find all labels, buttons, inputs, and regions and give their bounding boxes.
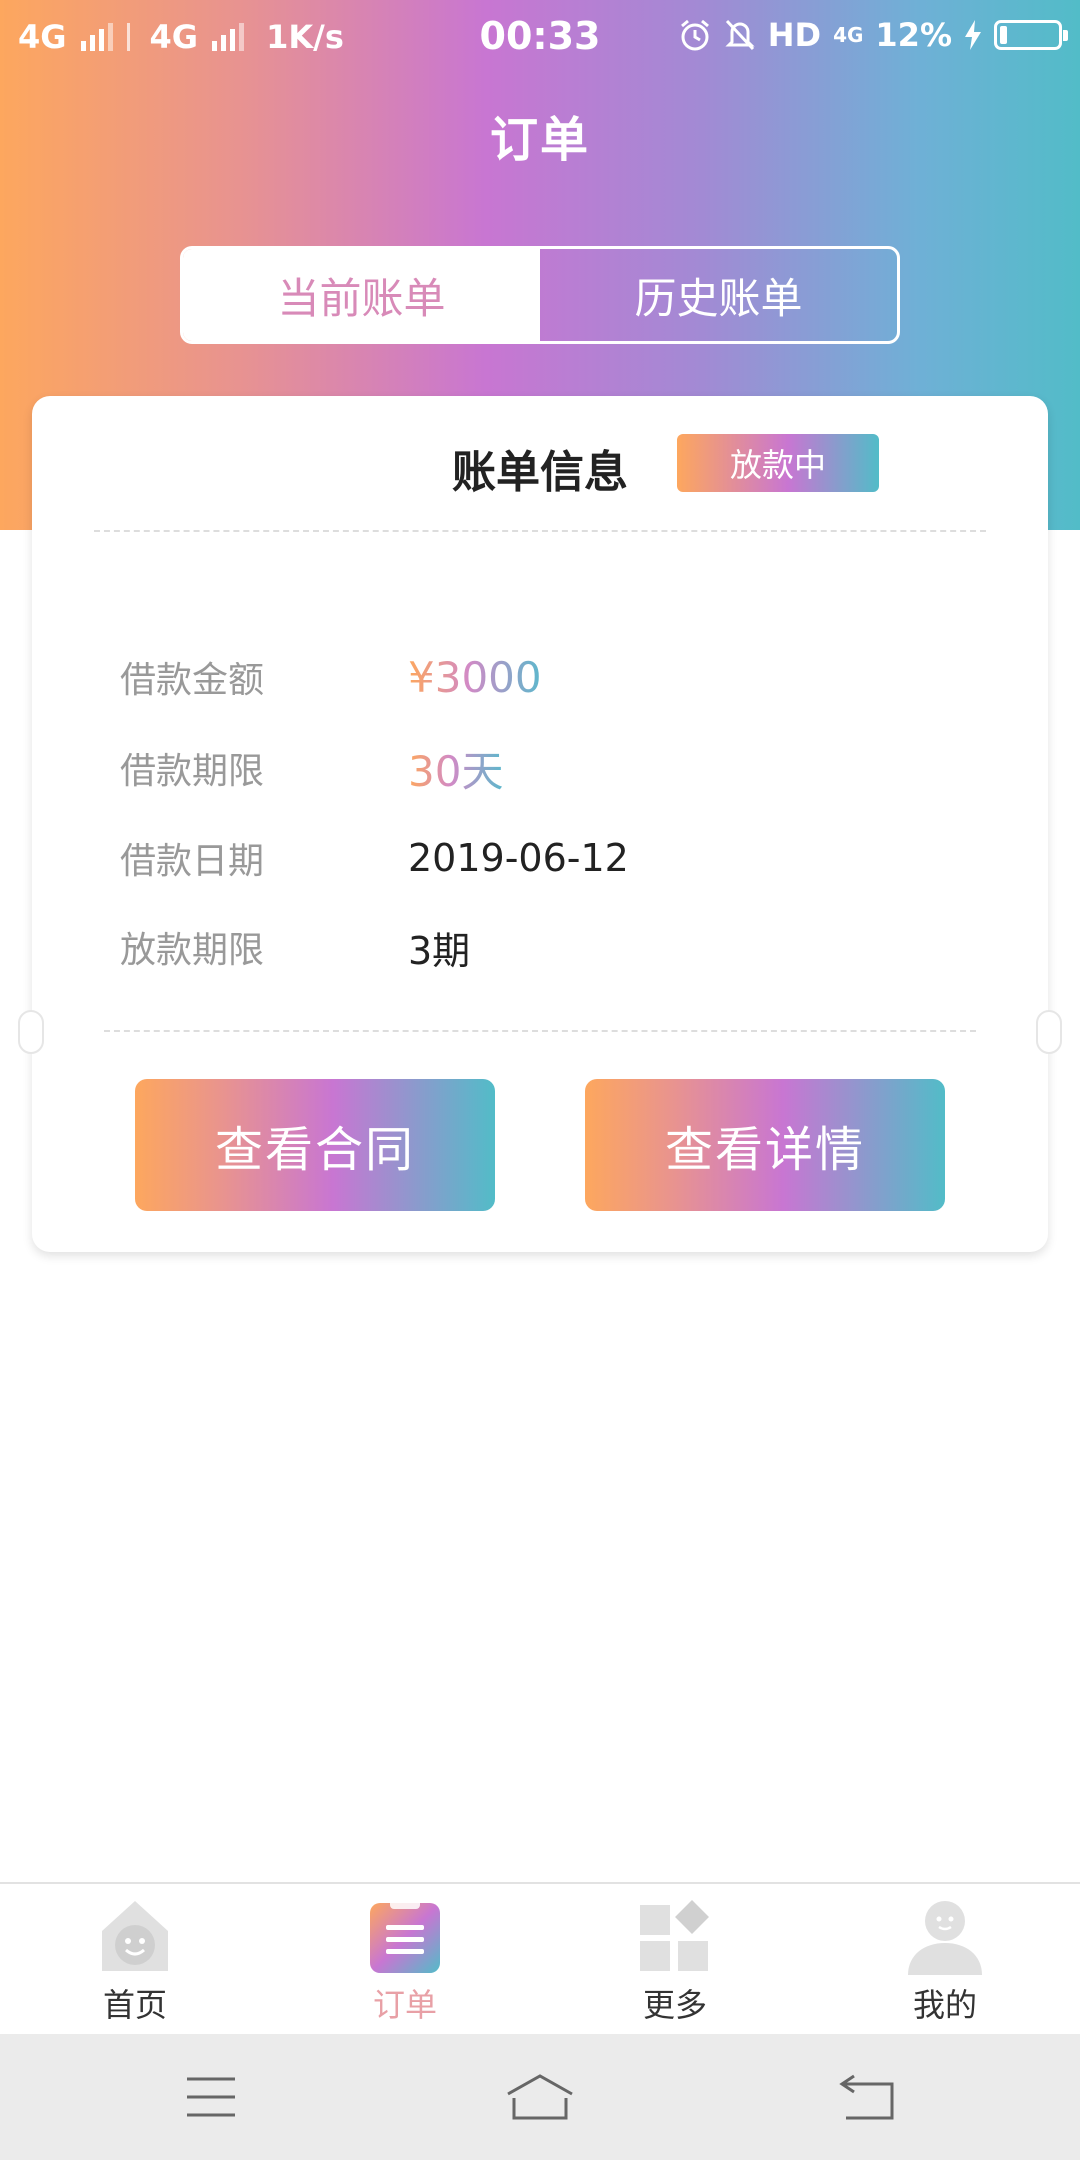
info-row-amount: 借款金额 ¥3000 [120,647,960,707]
home-outline-icon[interactable] [500,2064,580,2130]
bottom-nav: 首页 订单 更多 我的 [0,1882,1080,2034]
loan-term: 30天 [408,738,503,799]
page-title: 订单 [489,112,590,168]
info-label: 借款期限 [120,751,265,792]
info-label: 借款日期 [120,841,265,882]
nav-label: 我的 [912,1986,977,2024]
ticket-notch [1036,1010,1062,1054]
hd-indicator: HD [767,16,822,54]
loan-amount: ¥3000 [408,652,542,702]
nav-label: 首页 [102,1986,167,2024]
installments: 3期 [408,928,471,973]
status-bar: 4G 4G 1K/s 00:33 HD 4G 12% [0,0,1080,76]
battery-percent: 12% [875,16,952,54]
nav-item-profile[interactable]: 我的 [810,1884,1080,2034]
order-icon [365,1896,445,1976]
more-icon [635,1896,715,1976]
nav-item-more[interactable]: 更多 [540,1884,810,2034]
bill-tabs: 当前账单 历史账单 [180,246,900,344]
mute-icon [724,18,756,52]
back-icon[interactable] [828,2064,908,2130]
divider [104,1030,976,1032]
alarm-icon [678,18,712,52]
profile-icon [905,1896,985,1976]
network-type: 4G [833,23,864,47]
tab-history-bill[interactable]: 历史账单 [540,249,897,341]
loan-date: 2019-06-12 [408,836,629,880]
card-title: 账单信息 [452,447,628,498]
tab-current-bill[interactable]: 当前账单 [183,249,540,341]
nav-item-order[interactable]: 订单 [270,1884,540,2034]
divider [94,530,986,532]
info-row-installments: 放款期限 3期 [120,917,960,977]
charging-icon [964,20,982,50]
nav-label: 更多 [642,1986,707,2024]
nav-item-home[interactable]: 首页 [0,1884,270,2034]
info-row-term: 借款期限 30天 [120,738,960,798]
view-contract-button[interactable]: 查看合同 [135,1079,495,1211]
ticket-notch [18,1010,44,1054]
info-row-date: 借款日期 2019-06-12 [120,828,960,888]
system-nav-bar [0,2034,1080,2160]
status-badge: 放款中 [677,434,879,492]
battery-icon [994,20,1068,50]
battery-level [1000,26,1007,44]
info-label: 放款期限 [120,930,265,971]
info-label: 借款金额 [120,660,265,701]
nav-label: 订单 [372,1986,437,2024]
menu-icon[interactable] [171,2064,251,2130]
home-icon [95,1896,175,1976]
view-detail-button[interactable]: 查看详情 [585,1079,945,1211]
bill-card: 账单信息 放款中 借款金额 ¥3000 借款期限 30天 借款日期 2019-0… [18,396,1062,1252]
